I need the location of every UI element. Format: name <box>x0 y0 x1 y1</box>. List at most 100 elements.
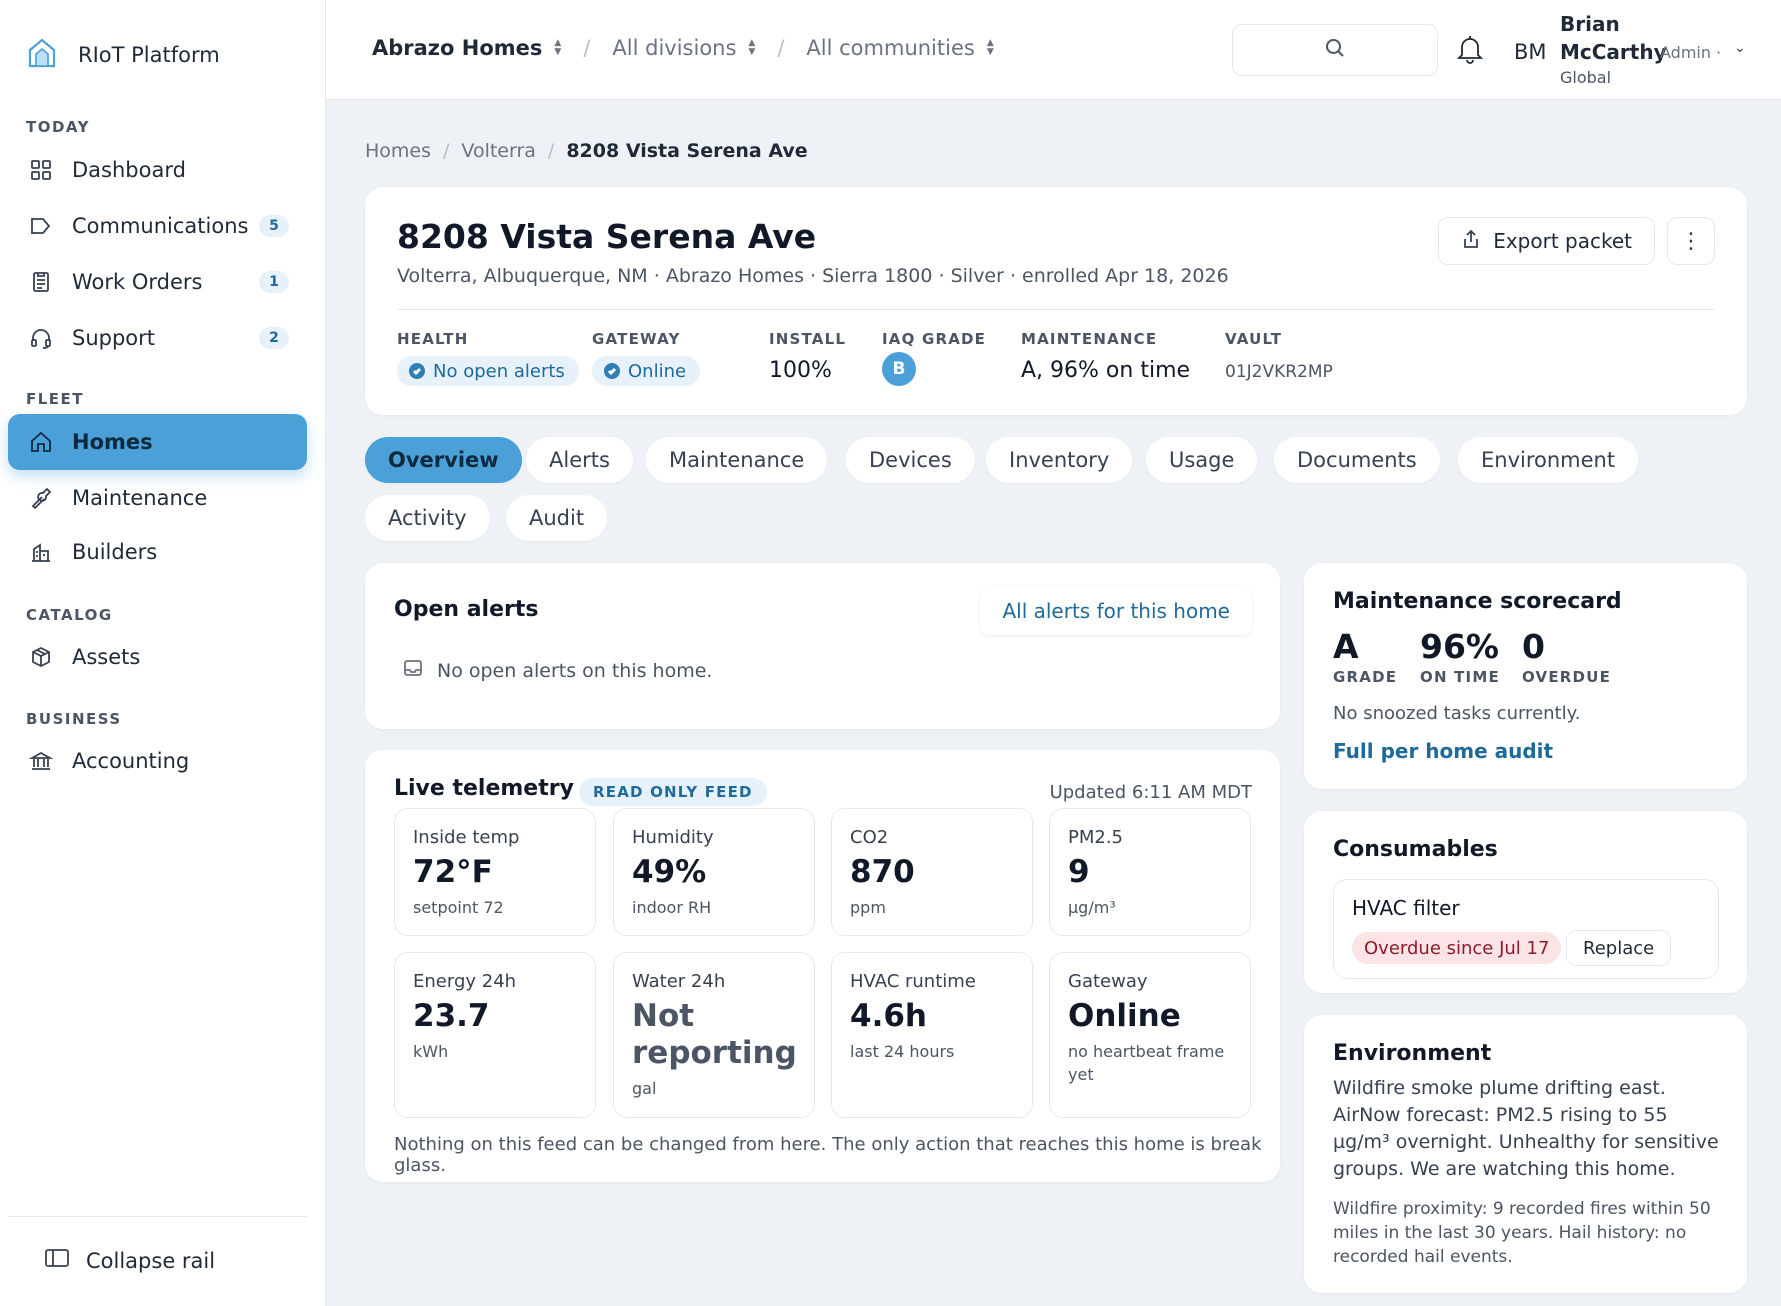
home-header-card: 8208 Vista Serena Ave Volterra, Albuquer… <box>365 187 1747 415</box>
check-circle-icon <box>409 363 425 379</box>
scope-separator: / <box>583 36 591 60</box>
sidebar-item-assets[interactable]: Assets <box>8 629 307 685</box>
sidebar-toggle-icon <box>44 1247 70 1274</box>
all-alerts-button[interactable]: All alerts for this home <box>980 587 1252 635</box>
tab-inventory[interactable]: Inventory <box>986 437 1133 483</box>
breadcrumb-current: 8208 Vista Serena Ave <box>566 140 808 162</box>
updown-chevron-icon: ▲ ▼ <box>554 38 562 57</box>
sidebar-item-label: Assets <box>72 645 141 669</box>
tab-audit[interactable]: Audit <box>506 495 608 541</box>
bell-icon <box>1456 36 1484 68</box>
replace-button[interactable]: Replace <box>1566 930 1672 966</box>
tile-subtext: kWh <box>413 1042 449 1062</box>
sidebar-item-homes[interactable]: Homes <box>8 414 307 470</box>
home-logo-icon <box>26 36 58 74</box>
empty-state: No open alerts on this home. <box>403 658 712 683</box>
telemetry-footer: Nothing on this feed can be changed from… <box>394 1134 1262 1176</box>
tab-documents[interactable]: Documents <box>1274 437 1440 483</box>
tab-maintenance[interactable]: Maintenance <box>646 437 828 483</box>
telemetry-tile-hvac-runtime: HVAC runtime 4.6h last 24 hours <box>831 952 1033 1118</box>
grid-icon <box>28 157 54 183</box>
tile-subtext: indoor RH <box>632 898 712 918</box>
community-selector[interactable]: All communities ▲ ▼ <box>806 36 993 60</box>
sidebar-item-label: Builders <box>72 540 158 564</box>
tab-usage[interactable]: Usage <box>1146 437 1258 483</box>
sidebar-item-support[interactable]: Support 2 <box>8 310 307 366</box>
tab-overview[interactable]: Overview <box>365 437 522 483</box>
sidebar-item-communications[interactable]: Communications 5 <box>8 198 307 254</box>
tile-subtext: last 24 hours <box>850 1042 955 1062</box>
more-actions-button[interactable]: ⋮ <box>1667 217 1715 265</box>
sidebar-item-dashboard[interactable]: Dashboard <box>8 142 307 198</box>
notifications-button[interactable] <box>1456 34 1486 66</box>
collapse-rail-button[interactable]: Collapse rail <box>8 1216 307 1274</box>
sidebar-item-label: Accounting <box>72 749 190 773</box>
full-audit-link[interactable]: Full per home audit <box>1333 739 1553 763</box>
brand[interactable]: RIoT Platform <box>26 36 220 74</box>
tab-environment[interactable]: Environment <box>1458 437 1639 483</box>
user-scope: Global <box>1560 68 1612 87</box>
stat-label: MAINTENANCE <box>1021 330 1158 348</box>
sidebar: RIoT Platform TODAY Dashboard Communicat… <box>0 0 326 1306</box>
sidebar-item-accounting[interactable]: Accounting <box>8 733 307 789</box>
org-selector[interactable]: Abrazo Homes ▲ ▼ <box>372 36 561 60</box>
divider <box>397 309 1715 310</box>
stat-label: INSTALL <box>769 330 847 348</box>
tile-subtext: gal <box>632 1079 657 1099</box>
environment-detail: Wildfire proximity: 9 recorded fires wit… <box>1333 1199 1711 1267</box>
breadcrumb-homes[interactable]: Homes <box>365 140 431 162</box>
count-badge: 5 <box>259 215 289 237</box>
iaq-grade-badge: B <box>882 352 916 386</box>
tile-label: PM2.5 <box>1068 827 1124 848</box>
tile-subtext: no heartbeat frame yet <box>1068 1042 1225 1084</box>
telemetry-tile-gateway: Gateway Online no heartbeat frame yet <box>1049 952 1251 1118</box>
tile-label: Inside temp <box>413 827 520 848</box>
breadcrumb-separator: / <box>547 140 555 162</box>
more-vertical-icon: ⋮ <box>1680 228 1702 254</box>
sidebar-item-work-orders[interactable]: Work Orders 1 <box>8 254 307 310</box>
export-packet-button[interactable]: Export packet <box>1438 217 1655 265</box>
telemetry-tile-co2: CO2 870 ppm <box>831 808 1033 936</box>
sidebar-item-maintenance[interactable]: Maintenance <box>8 470 307 526</box>
stat-label: GATEWAY <box>592 330 681 348</box>
gateway-status-badge: Online <box>592 356 701 386</box>
section-title: Open alerts <box>394 597 539 622</box>
nav-section-catalog: CATALOG <box>26 606 113 624</box>
tile-label: Water 24h <box>632 971 726 992</box>
tile-label: CO2 <box>850 827 889 848</box>
scorecard-grade: A GRADE <box>1333 627 1397 686</box>
tile-label: Humidity <box>632 827 714 848</box>
tile-subtext: µg/m³ <box>1068 898 1116 918</box>
section-title: Live telemetry <box>394 776 574 801</box>
health-status-text: No open alerts <box>433 360 565 382</box>
stat-label: HEALTH <box>397 330 469 348</box>
empty-state-text: No open alerts on this home. <box>437 659 713 682</box>
chevron-down-icon: ⌄ <box>1734 40 1746 56</box>
scope-switcher: Abrazo Homes ▲ ▼ / All divisions ▲ ▼ / All… <box>372 36 994 60</box>
home-icon <box>28 429 54 455</box>
user-menu[interactable]: BM Brian McCarthy Admin · Global ⌄ <box>1514 10 1754 92</box>
stat-install: INSTALL 100% <box>769 330 846 383</box>
section-title: Maintenance scorecard <box>1333 589 1622 614</box>
tab-alerts[interactable]: Alerts <box>526 437 633 483</box>
count-badge: 2 <box>259 327 289 349</box>
section-title: Consumables <box>1333 837 1498 862</box>
sidebar-item-label: Dashboard <box>72 158 186 182</box>
stat-health: HEALTH No open alerts <box>397 330 579 386</box>
sidebar-item-builders[interactable]: Builders <box>8 524 307 580</box>
scorecard-on-time: 96% ON TIME <box>1420 627 1500 686</box>
gateway-status-text: Online <box>628 360 687 382</box>
breadcrumb-community[interactable]: Volterra <box>461 140 536 162</box>
headset-icon <box>28 325 54 351</box>
division-name: All divisions <box>612 36 737 60</box>
search-button[interactable] <box>1232 24 1438 76</box>
tab-activity[interactable]: Activity <box>365 495 490 541</box>
home-subtitle: Volterra, Albuquerque, NM · Abrazo Homes… <box>397 265 1229 287</box>
sidebar-item-label: Maintenance <box>72 486 208 510</box>
stat-value: A, 96% on time <box>1021 358 1191 383</box>
environment-card: Environment Wildfire smoke plume driftin… <box>1304 1015 1747 1293</box>
stat-maintenance: MAINTENANCE A, 96% on time <box>1021 330 1190 383</box>
tab-devices[interactable]: Devices <box>846 437 975 483</box>
division-selector[interactable]: All divisions ▲ ▼ <box>612 36 755 60</box>
bank-icon <box>28 748 54 774</box>
